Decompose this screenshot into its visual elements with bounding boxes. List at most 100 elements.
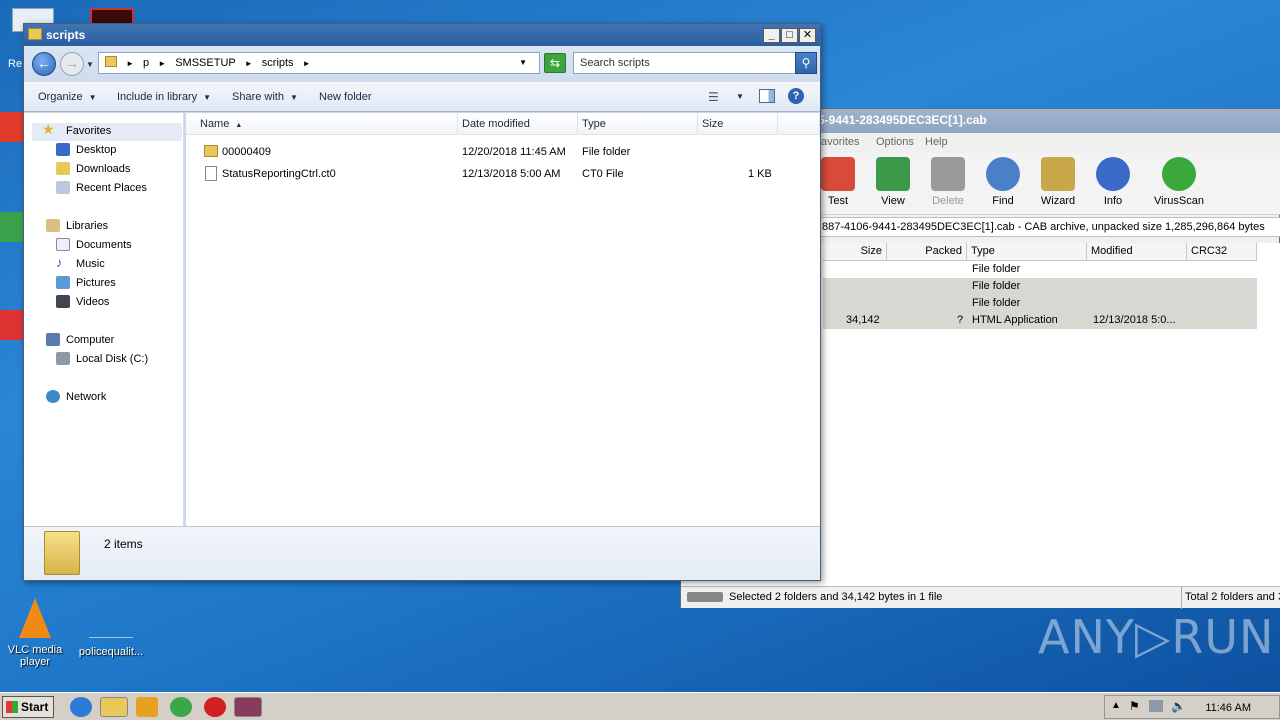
file-type: CT0 File: [582, 168, 624, 180]
table-row[interactable]: 00000409 12/20/2018 11:45 AM File folder: [186, 142, 820, 162]
desktop-icon: [56, 143, 70, 156]
opera-icon[interactable]: [204, 697, 226, 717]
anyrun-watermark: ANY▷RUN: [1038, 610, 1275, 664]
col-date-modified[interactable]: Date modified: [458, 113, 578, 135]
explorer-window[interactable]: scripts _ □ ✕ ← → ▼ ► p ► SMSSETUP ► scrip…: [23, 23, 821, 581]
breadcrumb-smssetup[interactable]: SMSSETUP: [175, 57, 236, 69]
menu-help[interactable]: Help: [925, 136, 948, 148]
close-button[interactable]: ✕: [799, 28, 816, 43]
star-icon: ★: [42, 121, 55, 137]
folder-icon: [204, 145, 218, 157]
col-modified[interactable]: Modified: [1087, 243, 1187, 261]
col-packed[interactable]: Packed: [887, 243, 967, 261]
action-center-flag-icon[interactable]: ⚑: [1129, 699, 1140, 713]
desktop-icon-partial-3[interactable]: [0, 310, 24, 340]
table-row[interactable]: File folder: [823, 261, 1257, 278]
file-date: 12/20/2018 11:45 AM: [462, 146, 566, 158]
col-size[interactable]: Size: [698, 113, 778, 135]
search-input[interactable]: Search scripts ⚲: [573, 52, 817, 74]
breadcrumb[interactable]: ► p ► SMSSETUP ► scripts ► ▼: [98, 52, 540, 74]
network-icon: [46, 390, 60, 403]
table-row[interactable]: StatusReportingCtrl.ct0 12/13/2018 5:00 …: [186, 164, 820, 184]
recent-pages-chevron-icon[interactable]: ▼: [86, 60, 94, 69]
desktop-icon-label: VLC media player: [7, 644, 63, 668]
libraries-icon: [46, 219, 60, 232]
internet-explorer-icon[interactable]: [70, 697, 92, 717]
status-total: Total 2 folders and 3: [1185, 591, 1280, 603]
wizard-button[interactable]: Wizard: [1033, 157, 1083, 207]
menu-favorites[interactable]: avorites: [821, 136, 860, 148]
find-button[interactable]: Find: [978, 157, 1028, 207]
chrome-icon[interactable]: [170, 697, 192, 717]
clock[interactable]: 11:46 AM: [1205, 702, 1251, 714]
window-title: scripts: [46, 28, 86, 42]
view-options-icon[interactable]: ☰: [708, 90, 719, 104]
status-selected: Selected 2 folders and 34,142 bytes in 1…: [729, 591, 943, 603]
breadcrumb-p[interactable]: p: [143, 57, 149, 69]
explorer-taskbar-icon[interactable]: [100, 697, 128, 717]
delete-button[interactable]: Delete: [923, 157, 973, 207]
desktop-icon-partial-2[interactable]: [0, 212, 24, 242]
file-name: StatusReportingCtrl.ct0: [222, 168, 336, 180]
menu-options[interactable]: Options: [876, 136, 914, 148]
view-icon: [876, 157, 910, 191]
chevron-right-icon[interactable]: ►: [158, 59, 166, 68]
windows-logo-icon: [6, 701, 18, 713]
include-in-library-button[interactable]: Include in library ▼: [117, 91, 211, 103]
col-type[interactable]: Type: [578, 113, 698, 135]
view-dropdown-icon[interactable]: ▼: [736, 92, 744, 101]
start-button[interactable]: Start: [2, 696, 54, 718]
info-icon: [1096, 157, 1130, 191]
desktop-icon-vlc[interactable]: VLC media player: [0, 598, 70, 668]
window-controls: _ □ ✕: [762, 27, 816, 43]
help-icon[interactable]: ?: [788, 88, 804, 104]
desktop-icon-partial-1[interactable]: [0, 112, 24, 142]
test-icon: [821, 157, 855, 191]
breadcrumb-scripts[interactable]: scripts: [262, 57, 294, 69]
chevron-right-icon[interactable]: ►: [126, 59, 134, 68]
maximize-button[interactable]: □: [781, 28, 798, 43]
forward-button[interactable]: →: [60, 52, 84, 76]
computer-icon: [46, 333, 60, 346]
minimize-button[interactable]: _: [763, 28, 780, 43]
file-date: 12/13/2018 5:00 AM: [462, 168, 561, 180]
col-name[interactable]: Name ▲: [186, 113, 458, 135]
preview-pane-icon[interactable]: [759, 89, 775, 103]
col-extra[interactable]: [778, 113, 820, 135]
file-list[interactable]: Name ▲ Date modified Type Size 00000409 1…: [186, 113, 820, 526]
back-button[interactable]: ←: [32, 52, 56, 76]
network-tray-icon[interactable]: [1149, 700, 1163, 712]
desktop-icon-file[interactable]: policequalit...: [76, 598, 146, 658]
media-player-icon[interactable]: [136, 697, 158, 717]
table-row[interactable]: File folder: [823, 295, 1257, 312]
col-size[interactable]: Size: [823, 243, 887, 261]
winrar-statusbar: Selected 2 folders and 34,142 bytes in 1…: [681, 586, 1280, 609]
explorer-titlebar[interactable]: scripts _ □ ✕: [24, 24, 820, 46]
virusscan-button[interactable]: VirusScan: [1151, 157, 1207, 207]
document-icon: [205, 166, 217, 181]
address-dropdown-icon[interactable]: ▼: [519, 58, 527, 67]
organize-button[interactable]: Organize ▼: [38, 91, 97, 103]
chevron-right-icon[interactable]: ►: [303, 59, 311, 68]
new-folder-button[interactable]: New folder: [319, 91, 372, 103]
taskbar: Start ▲ ⚑ 🔈 11:46 AM: [0, 692, 1280, 720]
music-icon: ♪: [56, 255, 63, 270]
file-icon: [89, 598, 133, 638]
search-icon[interactable]: ⚲: [795, 52, 817, 74]
winrar-taskbar-icon[interactable]: [234, 697, 262, 717]
col-crc32[interactable]: CRC32: [1187, 243, 1257, 261]
pictures-icon: [56, 276, 70, 289]
volume-icon[interactable]: 🔈: [1171, 699, 1186, 713]
table-row[interactable]: 34,142 ? HTML Application 12/13/2018 5:0…: [823, 312, 1257, 329]
show-hidden-icons-chevron-icon[interactable]: ▲: [1111, 700, 1121, 711]
col-type[interactable]: Type: [967, 243, 1087, 261]
nav-favorites[interactable]: ★ Favorites: [32, 121, 182, 141]
view-button[interactable]: View: [868, 157, 918, 207]
table-row[interactable]: File folder: [823, 278, 1257, 295]
wand-icon: [1041, 157, 1075, 191]
share-with-button[interactable]: Share with ▼: [232, 91, 298, 103]
refresh-button[interactable]: ⇆: [544, 53, 566, 73]
info-button[interactable]: Info: [1088, 157, 1138, 207]
chevron-right-icon[interactable]: ►: [245, 59, 253, 68]
sort-ascending-icon: ▲: [235, 122, 243, 129]
